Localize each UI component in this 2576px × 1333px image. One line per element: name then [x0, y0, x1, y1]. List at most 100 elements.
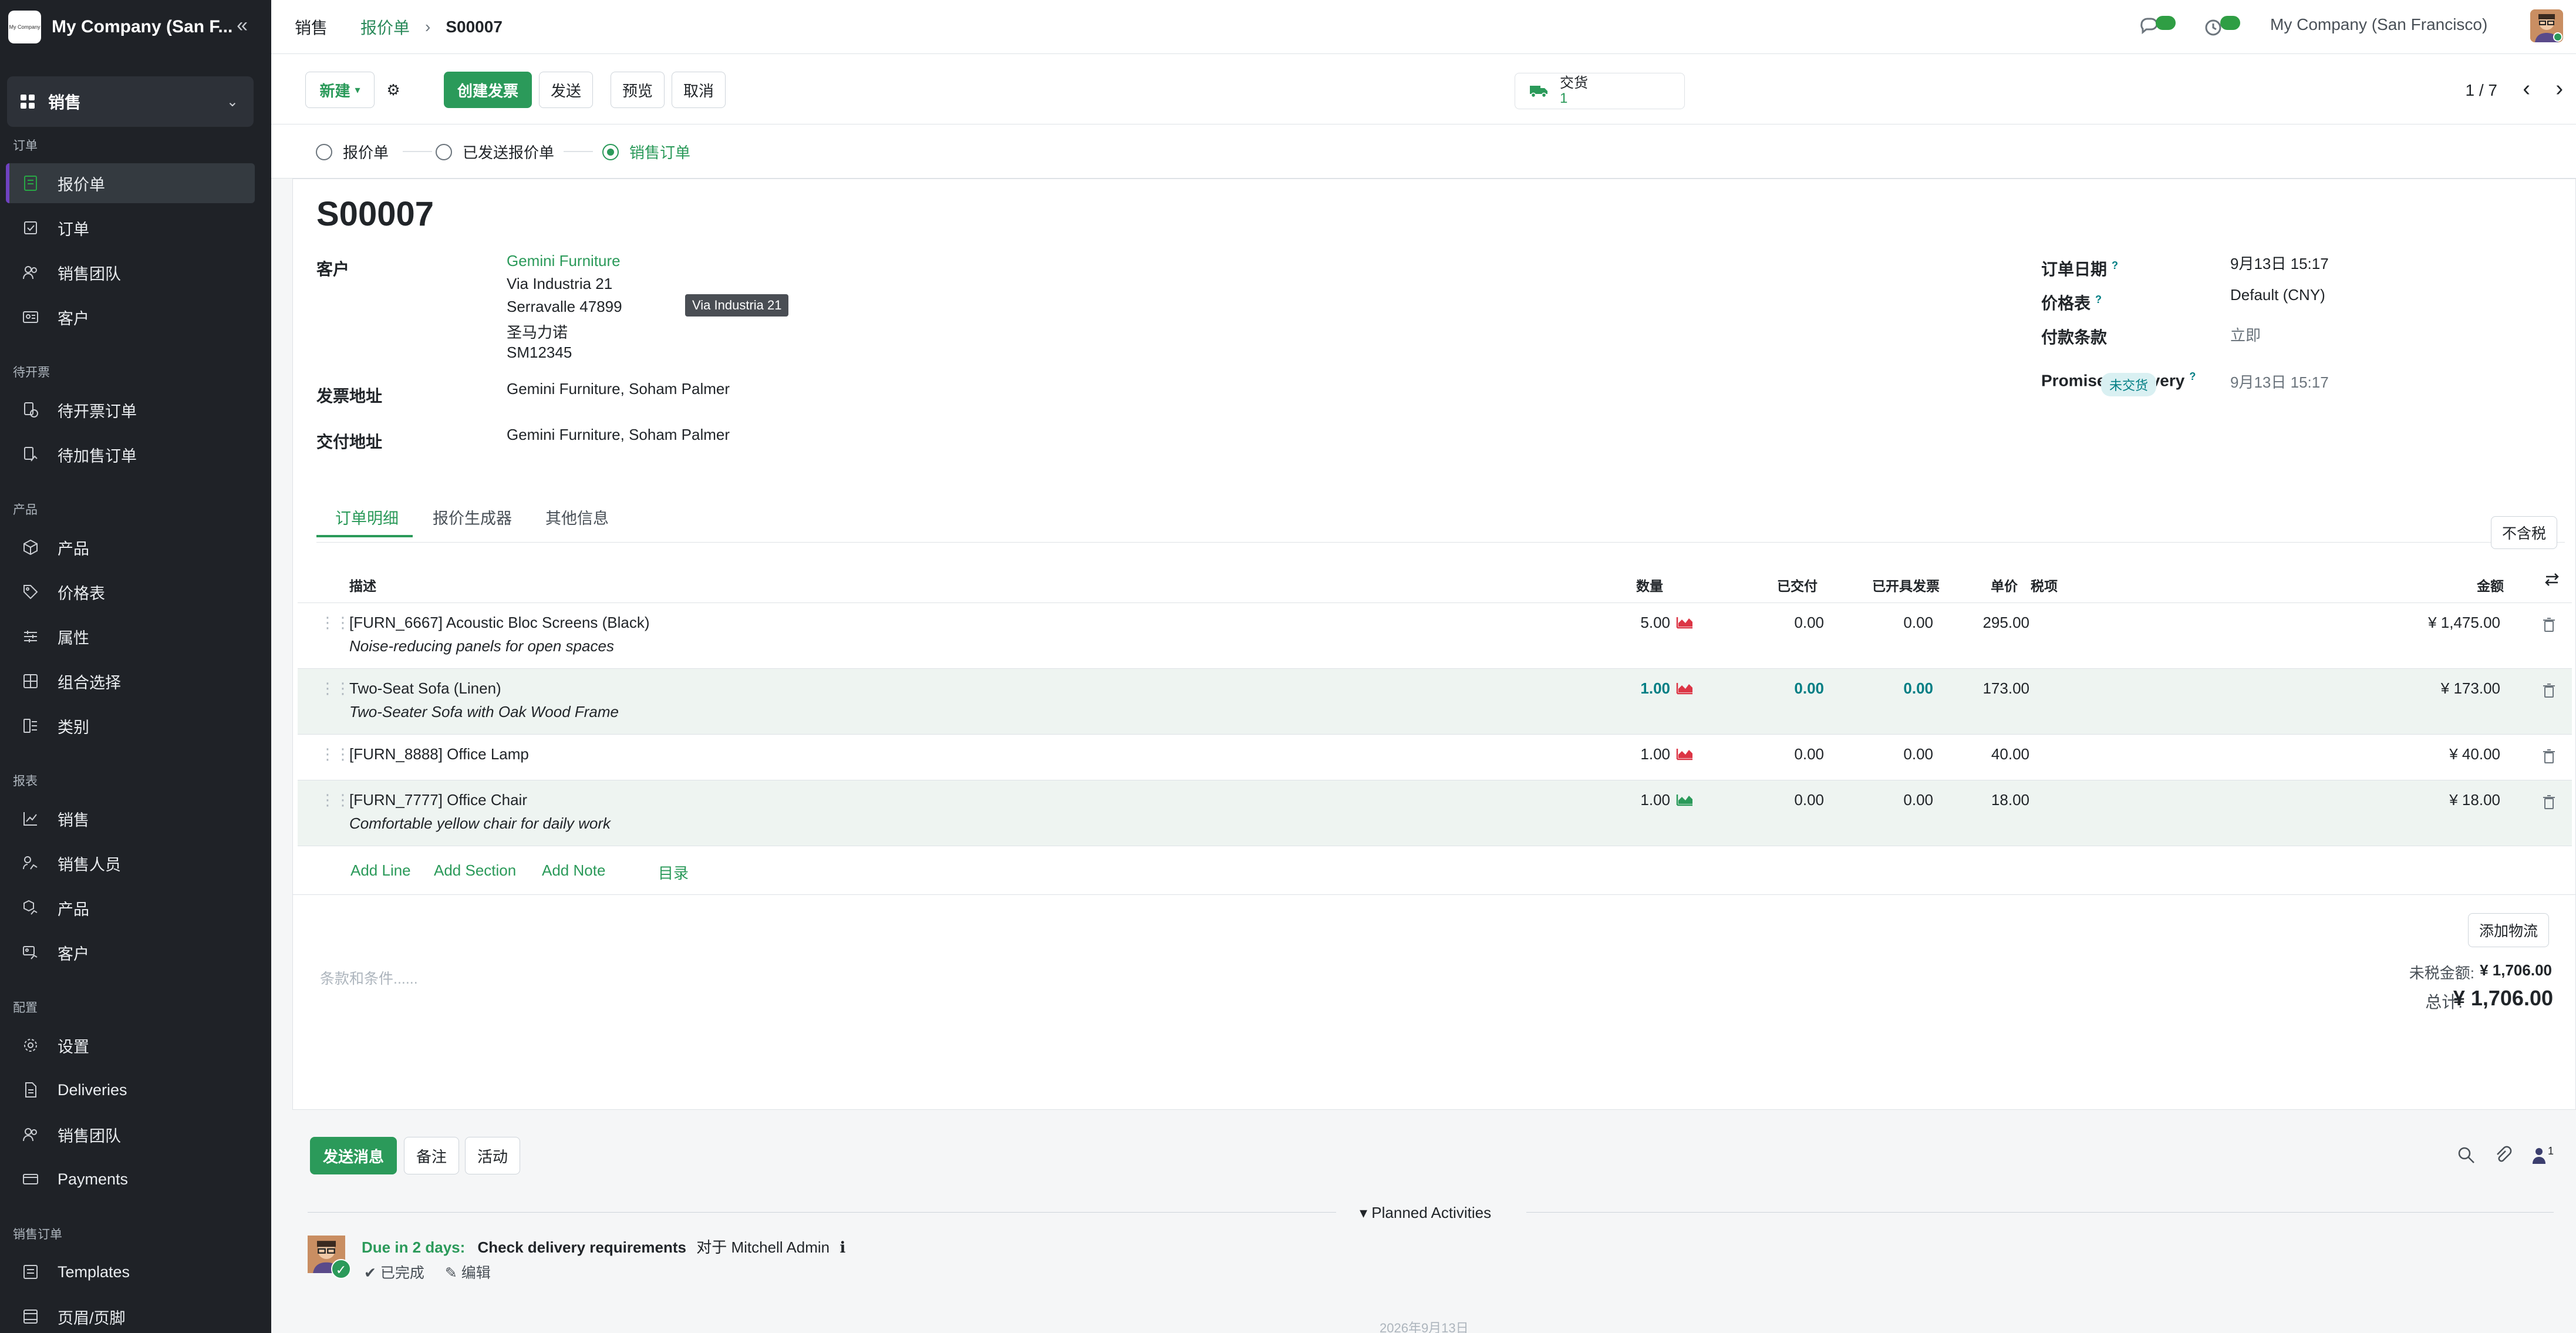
sidebar-item-customers[interactable]: 客户	[6, 297, 255, 337]
send-message-button[interactable]: 发送消息	[310, 1137, 397, 1174]
paperclip-icon[interactable]	[2493, 1145, 2513, 1165]
sidebar-item-settings[interactable]: 设置	[6, 1025, 255, 1065]
sidebar-item-pricelists[interactable]: 价格表	[6, 572, 255, 612]
status-quotation-sent[interactable]: 已发送报价单	[436, 141, 554, 163]
messages-icon[interactable]	[2138, 12, 2179, 41]
planned-activities-toggle[interactable]: ▾ Planned Activities	[1360, 1204, 1491, 1222]
pager-value[interactable]: 1 / 7	[2466, 81, 2497, 100]
forecast-red-icon[interactable]	[1676, 616, 1694, 629]
table-row[interactable]: ⋮⋮ [FURN_8888] Office Lamp 1.00 0.00 0.0…	[298, 735, 2572, 780]
col-quantity[interactable]: 数量	[1636, 575, 1663, 595]
log-note-button[interactable]: 备注	[404, 1137, 459, 1174]
sidebar-item-sales-teams[interactable]: 销售团队	[6, 253, 255, 292]
col-delivered[interactable]: 已交付	[1777, 575, 1818, 595]
info-icon[interactable]: ℹ	[839, 1238, 845, 1256]
col-taxes[interactable]: 税项	[2031, 575, 2058, 595]
line-description[interactable]: Comfortable yellow chair for daily work	[349, 814, 611, 833]
trash-icon[interactable]	[2543, 749, 2555, 764]
delivery-address-field[interactable]: Gemini Furniture, Soham Palmer	[507, 426, 730, 444]
line-description[interactable]: Noise-reducing panels for open spaces	[349, 637, 614, 655]
line-quantity[interactable]: 1.00	[1607, 791, 1670, 809]
sidebar-item-report-customers[interactable]: 客户	[6, 933, 255, 972]
followers-button[interactable]: 1	[2531, 1145, 2554, 1165]
edit-activity-button[interactable]: ✎ 编辑	[445, 1265, 491, 1281]
line-unit-price[interactable]: 295.00	[1941, 614, 2029, 632]
sidebar-item-orders-to-upsell[interactable]: 待加售订单	[6, 435, 255, 474]
company-switcher[interactable]: My Company My Company (San F...	[0, 0, 271, 54]
line-quantity[interactable]: 1.00	[1607, 745, 1670, 763]
sidebar-item-combo-choices[interactable]: 组合选择	[6, 661, 255, 701]
add-note-link[interactable]: Add Note	[542, 861, 605, 880]
sidebar-item-attributes[interactable]: 属性	[6, 617, 255, 657]
app-switcher[interactable]: 销售 ⌄	[7, 76, 254, 127]
help-icon[interactable]: ?	[2112, 260, 2118, 271]
next-record-icon[interactable]: ›	[2555, 76, 2563, 102]
drag-handle-icon[interactable]: ⋮⋮	[320, 679, 350, 698]
line-product[interactable]: [FURN_6667] Acoustic Bloc Screens (Black…	[349, 614, 650, 632]
sidebar-item-header-footer[interactable]: 页眉/页脚	[6, 1297, 255, 1333]
drag-handle-icon[interactable]: ⋮⋮	[320, 745, 350, 763]
line-quantity[interactable]: 5.00	[1607, 614, 1670, 632]
add-line-link[interactable]: Add Line	[350, 861, 411, 880]
sidebar-item-categories[interactable]: 类别	[6, 706, 255, 746]
activities-button[interactable]: 活动	[465, 1137, 520, 1174]
sidebar-item-report-products[interactable]: 产品	[6, 888, 255, 928]
tab-order-lines[interactable]: 订单明细	[335, 506, 399, 529]
col-unit-price[interactable]: 单价	[1991, 575, 2018, 595]
optional-columns-icon[interactable]	[2544, 571, 2560, 591]
line-quantity[interactable]: 1.00	[1607, 679, 1670, 698]
line-product[interactable]: [FURN_7777] Office Chair	[349, 791, 527, 809]
sidebar-item-templates[interactable]: Templates	[6, 1252, 255, 1292]
tab-quote-builder[interactable]: 报价生成器	[433, 506, 512, 529]
col-description[interactable]: 描述	[349, 575, 376, 595]
catalog-link[interactable]: 目录	[658, 861, 689, 883]
pricelist-field[interactable]: Default (CNY)	[2230, 286, 2325, 304]
payment-terms-field[interactable]: 立即	[2230, 324, 2261, 345]
sidebar-item-payments[interactable]: Payments	[6, 1159, 255, 1199]
col-amount[interactable]: 金额	[2477, 575, 2504, 595]
sidebar-item-report-salespersons[interactable]: 销售人员	[6, 843, 255, 883]
create-invoice-button[interactable]: 创建发票	[444, 72, 532, 108]
table-row[interactable]: ⋮⋮ [FURN_6667] Acoustic Bloc Screens (Bl…	[298, 603, 2572, 669]
help-icon[interactable]: ?	[2189, 371, 2196, 382]
col-invoiced[interactable]: 已开具发票	[1872, 575, 1940, 595]
help-icon[interactable]: ?	[2095, 294, 2102, 305]
add-shipping-button[interactable]: 添加物流	[2468, 913, 2550, 947]
trash-icon[interactable]	[2543, 617, 2555, 632]
sidebar-item-quotations[interactable]: 报价单	[6, 163, 255, 203]
forecast-red-icon[interactable]	[1676, 748, 1694, 760]
sidebar-item-config-sales-teams[interactable]: 销售团队	[6, 1115, 255, 1154]
sidebar-item-orders[interactable]: 订单	[6, 208, 255, 248]
previous-record-icon[interactable]: ‹	[2523, 76, 2530, 102]
forecast-red-icon[interactable]	[1676, 682, 1694, 695]
order-date-field[interactable]: 9月13日 15:17	[2230, 252, 2329, 274]
sidebar-item-deliveries[interactable]: Deliveries	[6, 1070, 255, 1110]
drag-handle-icon[interactable]: ⋮⋮	[320, 791, 350, 809]
status-sales-order[interactable]: 销售订单	[602, 141, 690, 163]
company-switcher-top[interactable]: My Company (San Francisco)	[2270, 15, 2487, 34]
forecast-green-icon[interactable]	[1676, 793, 1694, 806]
table-row[interactable]: ⋮⋮ Two-Seat Sofa (Linen) Two-Seater Sofa…	[298, 669, 2572, 735]
sidebar-item-report-sales[interactable]: 销售	[6, 799, 255, 839]
terms-input[interactable]: 条款和条件......	[320, 967, 418, 988]
customer-link[interactable]: Gemini Furniture	[507, 252, 621, 270]
invoice-address-field[interactable]: Gemini Furniture, Soham Palmer	[507, 380, 730, 398]
trash-icon[interactable]	[2543, 795, 2555, 810]
user-avatar[interactable]	[2530, 9, 2563, 42]
mark-done-button[interactable]: ✔ 已完成	[364, 1265, 424, 1281]
line-product[interactable]: [FURN_8888] Office Lamp	[349, 745, 529, 763]
line-description[interactable]: Two-Seater Sofa with Oak Wood Frame	[349, 703, 619, 721]
sidebar-item-products[interactable]: 产品	[6, 527, 255, 567]
add-section-link[interactable]: Add Section	[434, 861, 516, 880]
trash-icon[interactable]	[2543, 683, 2555, 698]
search-icon[interactable]	[2456, 1145, 2476, 1165]
gear-icon[interactable]: ⚙	[380, 72, 406, 108]
table-row[interactable]: ⋮⋮ [FURN_7777] Office Chair Comfortable …	[298, 780, 2572, 846]
sidebar-item-orders-to-invoice[interactable]: 待开票订单	[6, 390, 255, 430]
preview-button[interactable]: 预览	[611, 72, 665, 108]
line-product[interactable]: Two-Seat Sofa (Linen)	[349, 679, 501, 698]
delivery-smart-button[interactable]: 交货 1	[1515, 73, 1685, 109]
send-button[interactable]: 发送	[539, 72, 593, 108]
status-quotation[interactable]: 报价单	[316, 141, 389, 163]
new-button[interactable]: 新建 ▾	[305, 72, 375, 108]
